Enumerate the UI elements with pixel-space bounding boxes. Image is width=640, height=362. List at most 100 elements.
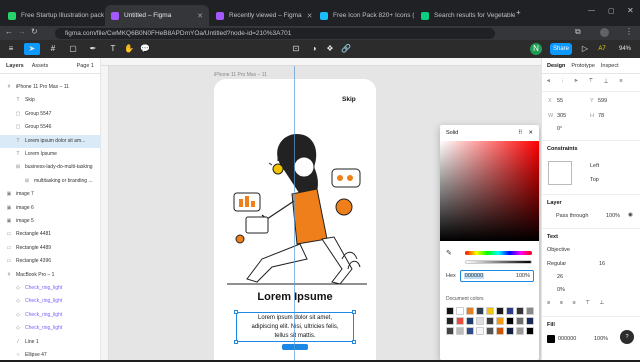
color-swatch[interactable] [486, 327, 494, 335]
iphone-frame[interactable]: Skip Lorem Ipsume Lorem ipsum dolor sit … [214, 79, 376, 360]
shape-tool-icon[interactable]: ▢ [66, 43, 80, 55]
tab-inspect[interactable]: Inspect [601, 63, 619, 69]
layer-row[interactable]: T Skip [0, 94, 101, 107]
layer-row[interactable]: ⊞ business-lady-do-multi-tasking [0, 161, 101, 174]
browser-tab[interactable]: Search results for Vegetable – Fre✕ [415, 5, 515, 26]
layer-row[interactable]: ▣ image 5 [0, 215, 101, 228]
constraint-widget[interactable] [548, 161, 572, 185]
tab-layers[interactable]: Layers [6, 63, 24, 69]
hex-input[interactable]: 000000 100% [459, 270, 534, 282]
frame-tool-icon[interactable]: # [46, 43, 60, 55]
canvas[interactable]: iPhone 11 Pro Max – 11 Skip Lorem Ipsume… [101, 58, 541, 360]
frame-label[interactable]: iPhone 11 Pro Max – 11 [214, 72, 267, 78]
line-height-input[interactable]: 26 [557, 274, 563, 280]
resize-handle-tr[interactable] [352, 310, 356, 314]
opacity-slider[interactable] [465, 260, 532, 264]
business-lady-illustration[interactable] [222, 119, 372, 289]
layer-row[interactable]: ◇ Check_ring_light [0, 309, 101, 322]
headline-text[interactable]: Lorem Ipsume [214, 291, 376, 303]
avatar[interactable]: N [530, 43, 542, 55]
layer-row[interactable]: # iPhone 11 Pro Max – 11 [0, 81, 101, 94]
color-swatch[interactable] [466, 317, 474, 325]
tab-assets[interactable]: Assets [32, 63, 49, 69]
fill-type-select[interactable]: Solid [446, 130, 458, 136]
hand-tool-icon[interactable]: ✋ [122, 43, 136, 55]
frame-selection-icon[interactable]: ⊡ [290, 43, 302, 55]
layer-row[interactable]: T Lorem ipsum dolor sit am... [0, 134, 101, 148]
url-field[interactable]: figma.com/file/CwMKQ6B0N0FHeB8APDmYOa/Un… [55, 28, 495, 39]
color-swatch[interactable] [466, 327, 474, 335]
close-picker-icon[interactable]: ✕ [528, 130, 533, 136]
fill-opacity[interactable]: 100% [594, 336, 608, 342]
layer-row[interactable]: ⊞ multitasking or branding ... [0, 175, 101, 188]
color-swatch[interactable] [476, 307, 484, 315]
color-swatch[interactable] [476, 327, 484, 335]
color-swatch[interactable] [506, 317, 514, 325]
hue-slider[interactable] [465, 251, 532, 255]
w-value[interactable]: 305 [557, 113, 566, 119]
color-swatch[interactable] [496, 317, 504, 325]
color-swatch[interactable] [446, 327, 454, 335]
component-icon[interactable]: ❖ [324, 43, 336, 55]
x-value[interactable]: 55 [557, 98, 563, 104]
move-tool-icon[interactable]: ➤ [24, 43, 40, 55]
browser-tab[interactable]: Free Startup Illustration pack fro✕ [2, 5, 104, 26]
font-family-select[interactable]: Objective [547, 247, 570, 253]
text-align-tools[interactable]: ≡ ≡ ≡ ⊤ ⊥ [547, 300, 608, 306]
browser-tab[interactable]: Untitled – Figma ✕ [105, 5, 209, 26]
layer-row[interactable]: ▭ Rectangle 4396 [0, 255, 101, 268]
skip-text[interactable]: Skip [342, 96, 356, 103]
color-swatch[interactable] [466, 307, 474, 315]
page-selector[interactable]: Page 1 [77, 63, 94, 69]
constraint-vertical[interactable]: Top [590, 177, 599, 183]
tab-close-icon[interactable]: ✕ [307, 12, 313, 20]
color-swatch[interactable] [456, 307, 464, 315]
hex-label[interactable]: Hex [446, 273, 456, 279]
layer-row[interactable]: ▢ Group 5547 [0, 108, 101, 121]
profile-icon[interactable] [600, 28, 609, 37]
color-swatch[interactable] [446, 307, 454, 315]
minimize-icon[interactable]: — [588, 7, 595, 14]
present-icon[interactable]: ▷ [580, 43, 590, 55]
pen-tool-icon[interactable]: ✒ [86, 43, 100, 55]
new-tab-icon[interactable]: + [516, 8, 521, 17]
browser-tab[interactable]: Recently viewed – Figma ✕ [210, 5, 313, 26]
layer-row[interactable]: ◇ Check_ring_light [0, 282, 101, 295]
browser-tab[interactable]: Free Icon Pack 820+ Icons (Comm✕ [314, 5, 414, 26]
align-tools[interactable]: ⫷ ⫶ ⫸ ⊤ ⊥ ≡ [547, 78, 628, 85]
layer-row[interactable]: ○ Ellipse 47 [0, 349, 101, 362]
back-icon[interactable]: ← [5, 27, 13, 36]
color-swatch[interactable] [506, 307, 514, 315]
layer-row[interactable]: / Line 1 [0, 336, 101, 349]
blend-mode-select[interactable]: Pass through [556, 213, 588, 219]
color-swatch[interactable] [476, 317, 484, 325]
maximize-icon[interactable]: ▢ [608, 7, 615, 15]
share-button[interactable]: Share [550, 43, 572, 55]
color-swatch[interactable] [516, 307, 524, 315]
mask-icon[interactable]: ◑ [308, 43, 320, 55]
layer-row[interactable]: ▭ Rectangle 4481 [0, 228, 101, 241]
y-value[interactable]: 599 [598, 98, 607, 104]
color-swatch[interactable] [526, 307, 534, 315]
layer-row[interactable]: ▣ image 7 [0, 188, 101, 201]
font-weight-select[interactable]: Regular [547, 261, 566, 267]
letter-spacing-input[interactable]: 0% [557, 287, 565, 293]
tab-design[interactable]: Design [547, 63, 565, 69]
body-text-selection[interactable]: Lorem ipsum dolor sit amet, adipiscing e… [234, 310, 356, 344]
eyedropper-icon[interactable]: ✎ [446, 249, 452, 257]
color-swatch[interactable] [456, 327, 464, 335]
layer-row[interactable]: ◇ Check_ring_light [0, 322, 101, 335]
resize-handle-br[interactable] [352, 340, 356, 344]
color-swatch[interactable] [496, 327, 504, 335]
h-value[interactable]: 78 [598, 113, 604, 119]
layer-row[interactable]: # MacBook Pro – 1 [0, 269, 101, 282]
visibility-icon[interactable]: ◉ [628, 212, 633, 218]
close-window-icon[interactable]: ✕ [627, 6, 634, 15]
color-swatch[interactable] [526, 327, 534, 335]
color-swatch[interactable] [516, 327, 524, 335]
zoom-level[interactable]: 94% [616, 43, 634, 55]
color-swatch[interactable] [506, 327, 514, 335]
color-swatch[interactable] [526, 317, 534, 325]
layer-row[interactable]: ◇ Check_ring_light [0, 295, 101, 308]
multiplayer-icon[interactable]: A7 [597, 43, 607, 55]
